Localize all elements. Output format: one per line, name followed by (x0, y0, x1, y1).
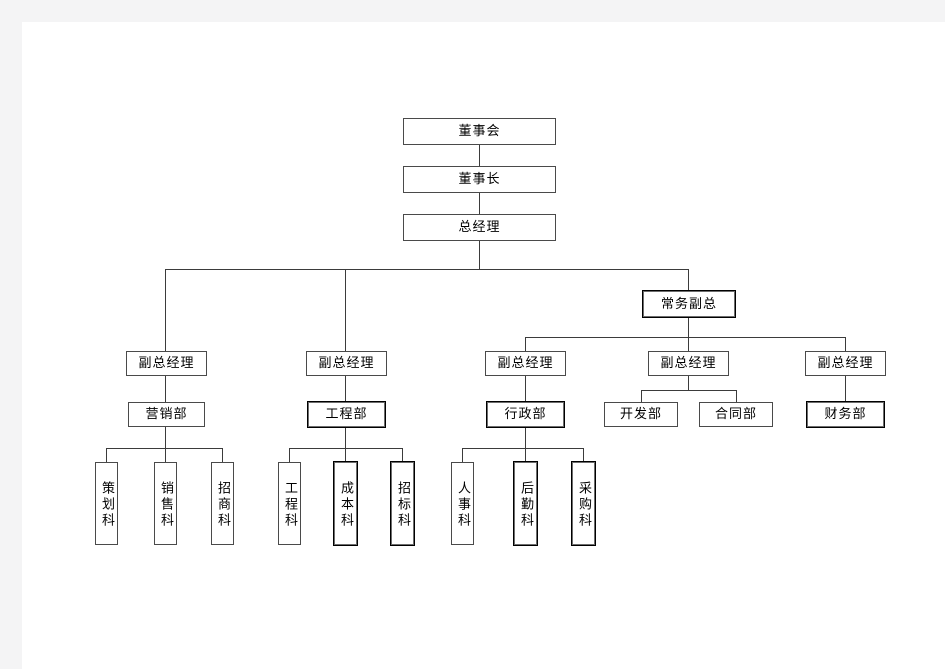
connector-vp3-to-admin (525, 376, 526, 402)
node-chairman[interactable]: 董事长 (403, 166, 556, 193)
bus-admin-children (462, 448, 583, 449)
node-vp-4[interactable]: 副总经理 (648, 351, 729, 376)
connector-bus-to-sec-engineering (289, 448, 290, 462)
node-sec-bidding[interactable]: 招标科 (391, 462, 414, 545)
node-general-manager-label: 总经理 (458, 220, 501, 235)
node-dept-engineering[interactable]: 工程部 (308, 402, 385, 427)
node-sec-sales-label: 销售科 (158, 480, 173, 529)
bus-vp4-children (641, 390, 736, 391)
connector-bus-to-sales (165, 448, 166, 462)
node-vp-1-label: 副总经理 (138, 356, 195, 371)
node-sec-sales[interactable]: 销售科 (154, 462, 177, 545)
node-dept-admin[interactable]: 行政部 (487, 402, 564, 427)
bus-exec-vp-children (525, 337, 845, 338)
node-dept-finance[interactable]: 财务部 (807, 402, 884, 427)
connector-bus-to-cost (345, 448, 346, 462)
connector-vp4-drop (688, 376, 689, 390)
connector-bus-to-vp4 (688, 337, 689, 351)
connector-engineering-drop (345, 427, 346, 448)
node-sec-planning[interactable]: 策划科 (95, 462, 118, 545)
node-sec-investment[interactable]: 招商科 (211, 462, 234, 545)
node-dept-marketing[interactable]: 营销部 (128, 402, 205, 427)
node-dept-development[interactable]: 开发部 (604, 402, 678, 427)
node-sec-cost-label: 成本科 (338, 480, 353, 529)
node-vp-5[interactable]: 副总经理 (805, 351, 886, 376)
node-chairman-label: 董事长 (458, 172, 501, 187)
connector-marketing-drop (165, 427, 166, 448)
node-sec-engineering[interactable]: 工程科 (278, 462, 301, 545)
org-chart-canvas: 董事会 董事长 总经理 常务副总 副总经理 副总经理 副总经理 副总经理 副总经… (0, 0, 945, 669)
connector-bus-to-vp5 (845, 337, 846, 351)
node-vp-4-label: 副总经理 (660, 356, 717, 371)
node-vp-2[interactable]: 副总经理 (306, 351, 387, 376)
connector-vp5-to-finance (845, 376, 846, 402)
connector-bus-to-hr (462, 448, 463, 462)
node-exec-vp-label: 常务副总 (660, 296, 717, 312)
node-dept-engineering-label: 工程部 (325, 407, 368, 422)
connector-bus-to-vp3 (525, 337, 526, 351)
connector-exec-vp-drop (688, 317, 689, 337)
connector-bus-to-bidding (402, 448, 403, 462)
connector-bus-to-vp2 (345, 269, 346, 351)
connector-bus-to-planning (106, 448, 107, 462)
connector-bus-to-purchasing (583, 448, 584, 462)
connector-bus-to-vp1 (165, 269, 166, 351)
connector-vp2-to-engineering (345, 376, 346, 402)
node-sec-bidding-label: 招标科 (395, 480, 410, 529)
connector-board-to-chairman (479, 145, 480, 167)
bus-gm-children (165, 269, 689, 270)
connector-admin-drop (525, 427, 526, 448)
node-dept-finance-label: 财务部 (824, 407, 867, 422)
connector-bus-to-contract (736, 390, 737, 402)
node-vp-3[interactable]: 副总经理 (485, 351, 566, 376)
connector-chairman-to-gm (479, 193, 480, 215)
connector-vp1-to-marketing (165, 376, 166, 402)
bus-marketing-children (106, 448, 222, 449)
node-sec-logistics[interactable]: 后勤科 (514, 462, 537, 545)
node-board[interactable]: 董事会 (403, 118, 556, 145)
node-general-manager[interactable]: 总经理 (403, 214, 556, 241)
node-dept-contract[interactable]: 合同部 (699, 402, 773, 427)
node-sec-planning-label: 策划科 (99, 480, 114, 529)
node-sec-hr[interactable]: 人事科 (451, 462, 474, 545)
node-sec-investment-label: 招商科 (215, 480, 230, 529)
connector-bus-to-logistics (525, 448, 526, 462)
connector-bus-to-investment (222, 448, 223, 462)
node-dept-marketing-label: 营销部 (145, 407, 188, 422)
node-vp-5-label: 副总经理 (817, 356, 874, 371)
node-sec-engineering-label: 工程科 (282, 480, 297, 529)
connector-bus-to-development (641, 390, 642, 402)
node-sec-hr-label: 人事科 (455, 480, 470, 529)
node-vp-2-label: 副总经理 (318, 356, 375, 371)
node-sec-cost[interactable]: 成本科 (334, 462, 357, 545)
node-board-label: 董事会 (458, 124, 501, 139)
node-sec-logistics-label: 后勤科 (518, 480, 533, 529)
connector-bus-to-exec-vp (688, 269, 689, 291)
node-dept-admin-label: 行政部 (504, 407, 547, 422)
node-dept-development-label: 开发部 (619, 407, 662, 422)
node-dept-contract-label: 合同部 (714, 407, 757, 422)
node-sec-purchasing[interactable]: 采购科 (572, 462, 595, 545)
node-vp-3-label: 副总经理 (497, 356, 554, 371)
node-exec-vp[interactable]: 常务副总 (643, 291, 735, 317)
connector-gm-drop (479, 241, 480, 269)
node-vp-1[interactable]: 副总经理 (126, 351, 207, 376)
node-sec-purchasing-label: 采购科 (576, 480, 591, 529)
